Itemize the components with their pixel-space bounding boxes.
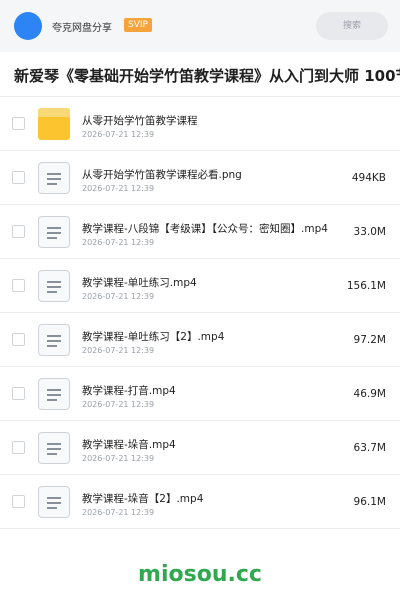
select-checkbox[interactable] xyxy=(12,495,25,508)
select-checkbox[interactable] xyxy=(12,279,25,292)
list-item[interactable]: 教学课程-单吐练习【2】.mp4 2026-07-21 12:39 97.2M xyxy=(0,313,400,367)
select-checkbox[interactable] xyxy=(12,441,25,454)
file-date: 2026-07-21 12:39 xyxy=(82,508,155,517)
page-title: 新爱琴《零基础开始学竹笛教学课程》从入门到大师 100节 xyxy=(14,67,400,85)
document-icon xyxy=(38,216,70,248)
file-name: 从零开始学竹笛教学课程 xyxy=(82,115,198,127)
document-icon xyxy=(38,162,70,194)
list-item[interactable]: 教学课程-八段锦【考级课】【公众号：密知圈】.mp4 2026-07-21 12… xyxy=(0,205,400,259)
file-size: 494KB xyxy=(351,172,386,184)
file-name: 从零开始学竹笛教学课程必看.png xyxy=(82,169,242,181)
select-checkbox[interactable] xyxy=(12,225,25,238)
select-checkbox[interactable] xyxy=(12,387,25,400)
document-icon xyxy=(38,486,70,518)
file-date: 2026-07-21 12:39 xyxy=(82,130,155,139)
file-size: 156.1M xyxy=(346,280,386,292)
file-name: 教学课程-垛音【2】.mp4 xyxy=(82,493,204,505)
file-name: 教学课程-单吐练习.mp4 xyxy=(82,277,197,289)
file-date: 2026-07-21 12:39 xyxy=(82,400,155,409)
document-icon xyxy=(38,378,70,410)
select-checkbox[interactable] xyxy=(12,117,25,130)
sharer-name: 夸克网盘分享 xyxy=(52,23,112,34)
search-input[interactable]: 搜索 xyxy=(316,12,388,40)
file-name: 教学课程-单吐练习【2】.mp4 xyxy=(82,331,225,343)
watermark: miosou.cc xyxy=(138,562,262,587)
file-name: 教学课程-垛音.mp4 xyxy=(82,439,176,451)
file-date: 2026-07-21 12:39 xyxy=(82,238,155,247)
file-date: 2026-07-21 12:39 xyxy=(82,454,155,463)
file-name: 教学课程-八段锦【考级课】【公众号：密知圈】.mp4 xyxy=(82,223,328,235)
file-size: 96.1M xyxy=(353,496,386,508)
file-date: 2026-07-21 12:39 xyxy=(82,184,155,193)
document-icon xyxy=(38,324,70,356)
list-item[interactable]: 教学课程-单吐练习.mp4 2026-07-21 12:39 156.1M xyxy=(0,259,400,313)
file-date: 2026-07-21 12:39 xyxy=(82,292,155,301)
file-size: 33.0M xyxy=(353,226,386,238)
list-item[interactable]: 教学课程-打音.mp4 2026-07-21 12:39 46.9M xyxy=(0,367,400,421)
file-date: 2026-07-21 12:39 xyxy=(82,346,155,355)
top-bar: 夸克网盘分享 SVIP 搜索 xyxy=(0,0,400,52)
file-list: 从零开始学竹笛教学课程 2026-07-21 12:39 从零开始学竹笛教学课程… xyxy=(0,97,400,529)
list-item[interactable]: 教学课程-垛音.mp4 2026-07-21 12:39 63.7M xyxy=(0,421,400,475)
list-item[interactable]: 教学课程-垛音【2】.mp4 2026-07-21 12:39 96.1M xyxy=(0,475,400,529)
document-icon xyxy=(38,432,70,464)
avatar[interactable] xyxy=(14,12,42,40)
document-icon xyxy=(38,270,70,302)
file-name: 教学课程-打音.mp4 xyxy=(82,385,176,397)
file-size: 97.2M xyxy=(353,334,386,346)
svip-badge: SVIP xyxy=(124,18,152,32)
folder-icon xyxy=(38,108,70,140)
file-size: 46.9M xyxy=(353,388,386,400)
select-checkbox[interactable] xyxy=(12,171,25,184)
list-item[interactable]: 从零开始学竹笛教学课程必看.png 2026-07-21 12:39 494KB xyxy=(0,151,400,205)
list-item[interactable]: 从零开始学竹笛教学课程 2026-07-21 12:39 xyxy=(0,97,400,151)
select-checkbox[interactable] xyxy=(12,333,25,346)
file-size: 63.7M xyxy=(353,442,386,454)
